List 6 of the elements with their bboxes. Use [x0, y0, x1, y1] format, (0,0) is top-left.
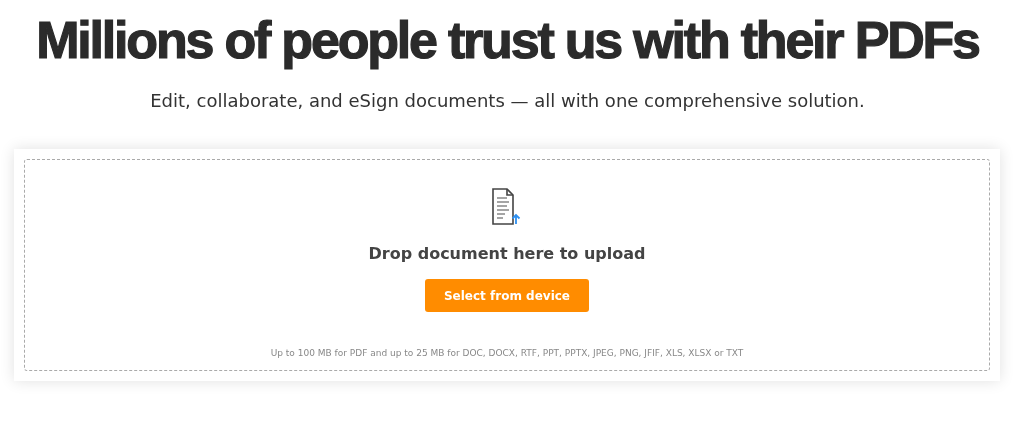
drop-zone[interactable]: Drop document here to upload Select from device Up to 100 MB for PDF and up to 25 MB for DOC, DOCX, RTF, PPT, PPTX, JPEG, PNG, JFIF, XLS, XLSX or TXT: [24, 159, 990, 371]
file-limits-note: Up to 100 MB for PDF and up to 25 MB for DOC, DOCX, RTF, PPT, PPTX, JPEG, PNG, JFIF, XLS, XLSX or TXT: [270, 348, 744, 358]
document-upload-icon: [491, 188, 523, 226]
subheadline: Edit, collaborate, and eSign documents — all with one comprehensive solution.: [150, 90, 865, 111]
headline: Millions of people trust us with their PDFs: [36, 10, 979, 71]
drop-prompt: Drop document here to upload: [368, 244, 646, 263]
